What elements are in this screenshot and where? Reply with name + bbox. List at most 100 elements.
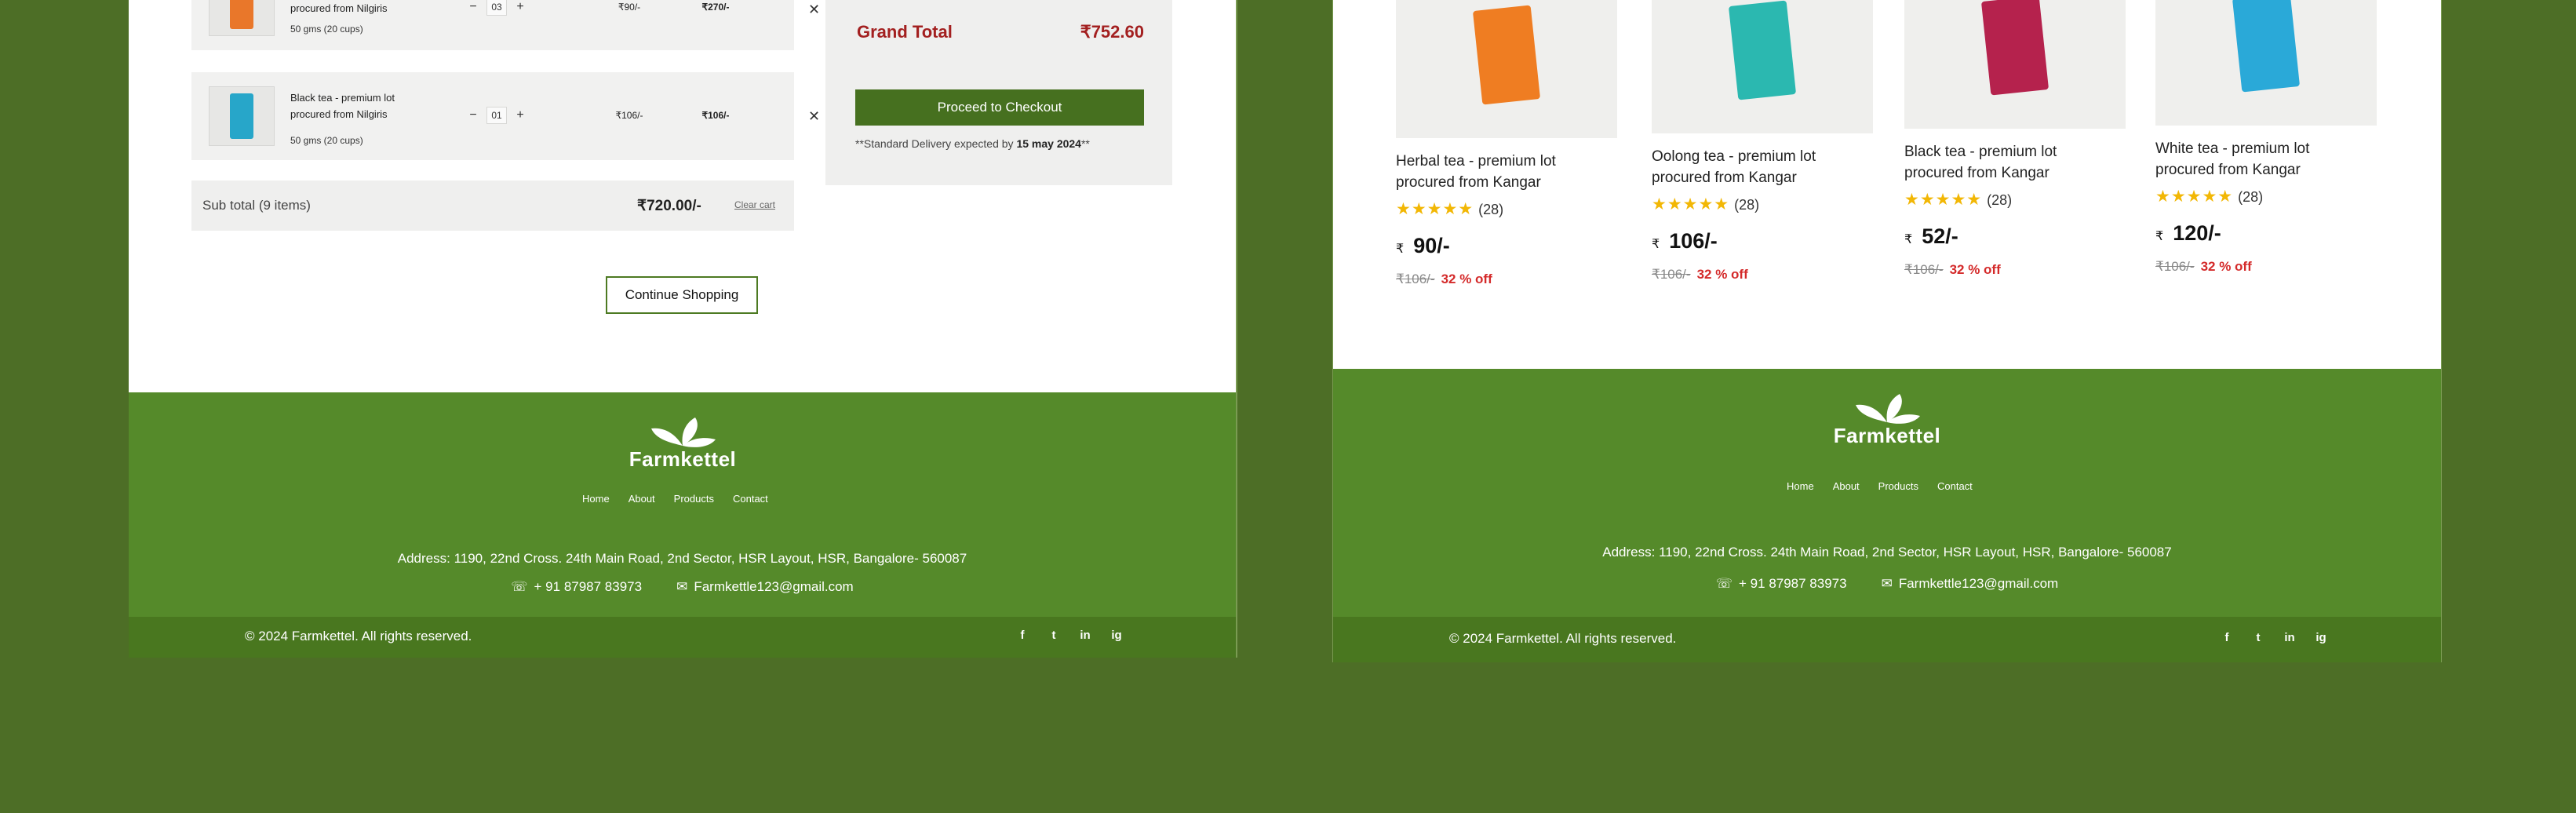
product-name: Herbal tea - premium lot procured from K… (1396, 153, 1556, 191)
qty-value[interactable]: 01 (486, 107, 507, 124)
continue-shopping-button[interactable]: Continue Shopping (606, 276, 758, 314)
discount-badge: 32 % off (2200, 259, 2252, 274)
old-price: ₹106/- (1652, 267, 1691, 282)
facebook-icon[interactable]: f (1015, 629, 1029, 642)
linkedin-icon[interactable]: in (2283, 631, 2297, 644)
price-value: 106/- (1669, 229, 1718, 253)
discount-badge: 32 % off (1949, 262, 2001, 277)
footer-link-contact[interactable]: Contact (733, 493, 768, 505)
old-price: ₹106/- (2155, 259, 2195, 274)
stars-icon: ★★★★★ (1904, 191, 1983, 209)
quantity-stepper: − 01 + (466, 107, 527, 124)
grand-total-value: ₹752.60 (1080, 22, 1144, 42)
decrease-qty-button[interactable]: − (466, 108, 480, 122)
footer-link-products[interactable]: Products (674, 493, 714, 505)
phone-number: + 91 87987 83973 (1739, 576, 1847, 591)
increase-qty-button[interactable]: + (513, 108, 527, 122)
subtotal-label: Sub total (9 items) (202, 198, 311, 213)
product-name: Black tea - premium lot procured from Ka… (1904, 144, 2057, 181)
tea-pack-image (1980, 0, 2050, 96)
delivery-note: **Standard Delivery expected by 15 may 2… (855, 137, 1090, 150)
phone-icon: ☏ (1715, 576, 1733, 591)
twitter-icon[interactable]: t (1047, 629, 1061, 642)
phone-contact[interactable]: ☏ + 91 87987 83973 (1716, 576, 1847, 592)
mail-icon: ✉ (1881, 576, 1893, 591)
linkedin-icon[interactable]: in (1078, 629, 1092, 642)
remove-item-button[interactable]: ✕ (808, 108, 820, 125)
old-price: ₹106/- (1904, 262, 1944, 277)
brand-logo[interactable]: Farmkettel (612, 416, 753, 472)
delivery-date: 15 may 2024 (1016, 137, 1081, 150)
tea-pack-image (230, 93, 253, 139)
stars-icon: ★★★★★ (2155, 188, 2234, 206)
clear-cart-link[interactable]: Clear cart (734, 199, 775, 210)
instagram-icon[interactable]: ig (2314, 631, 2328, 644)
facebook-icon[interactable]: f (2220, 631, 2234, 644)
cart-item-name: procured from Nilgiris (290, 2, 388, 14)
mail-icon: ✉ (676, 579, 688, 594)
footer-contact: ☏ + 91 87987 83973 ✉ Farmkettle123@gmail.c… (1333, 576, 2441, 592)
star-rating: ★★★★★ (28) (1396, 199, 1503, 219)
footer-link-home[interactable]: Home (582, 493, 610, 505)
footer-bottom-bar: © 2024 Farmkettel. All rights reserved. … (1333, 617, 2441, 662)
price-value: 52/- (1922, 224, 1958, 248)
product-thumbnail (209, 0, 275, 36)
product-image (1904, 0, 2126, 129)
unit-price: ₹90/- (618, 2, 641, 13)
stars-icon: ★★★★★ (1396, 200, 1474, 218)
phone-contact[interactable]: ☏ + 91 87987 83973 (511, 579, 642, 595)
cart-page: procured from Nilgiris 50 gms (20 cups) … (129, 0, 1237, 658)
unit-price: ₹106/- (615, 110, 643, 121)
price-value: 120/- (2173, 221, 2221, 245)
discount-badge: 32 % off (1441, 272, 1492, 286)
cart-item-weight: 50 gms (20 cups) (290, 24, 363, 35)
twitter-icon[interactable]: t (2251, 631, 2265, 644)
footer-link-contact[interactable]: Contact (1937, 480, 1973, 492)
product-image (2155, 0, 2377, 126)
brand-name: Farmkettel (629, 447, 737, 471)
instagram-icon[interactable]: ig (1109, 629, 1124, 642)
social-links: f t in ig (1015, 629, 1124, 642)
old-price: ₹106/- (1396, 272, 1435, 286)
footer-link-about[interactable]: About (629, 493, 655, 505)
currency-symbol: ₹ (2155, 230, 2164, 243)
email-address: Farmkettle123@gmail.com (1898, 576, 2059, 591)
tea-pack-image (1472, 5, 1541, 105)
star-rating: ★★★★★ (28) (1652, 195, 1759, 214)
currency-symbol: ₹ (1904, 233, 1913, 246)
footer-link-about[interactable]: About (1833, 480, 1860, 492)
price-discount: ₹106/- 32 % off (2155, 259, 2252, 275)
review-count: (28) (1987, 192, 2013, 208)
footer-link-home[interactable]: Home (1787, 480, 1814, 492)
star-rating: ★★★★★ (28) (2155, 187, 2263, 206)
review-count: (28) (1478, 202, 1504, 217)
copyright-text: © 2024 Farmkettel. All rights reserved. (245, 629, 472, 643)
footer-address: Address: 1190, 22nd Cross. 24th Main Roa… (397, 551, 967, 566)
copyright-text: © 2024 Farmkettel. All rights reserved. (1449, 631, 1677, 646)
email-contact[interactable]: ✉ Farmkettle123@gmail.com (676, 579, 854, 595)
qty-value[interactable]: 03 (486, 0, 507, 16)
footer-nav: Home About Products Contact (582, 493, 768, 505)
proceed-to-checkout-button[interactable]: Proceed to Checkout (855, 89, 1144, 126)
footer-address: Address: 1190, 22nd Cross. 24th Main Roa… (1602, 545, 2172, 560)
remove-item-button[interactable]: ✕ (808, 2, 820, 18)
phone-icon: ☏ (511, 579, 528, 594)
price-discount: ₹106/- 32 % off (1396, 272, 1492, 287)
grand-total-label: Grand Total (857, 22, 953, 42)
phone-number: + 91 87987 83973 (534, 579, 643, 594)
product-name: Oolong tea - premium lot procured from K… (1652, 148, 1816, 186)
price-discount: ₹106/- 32 % off (1904, 262, 2001, 278)
tea-pack-image (230, 0, 253, 29)
line-total: ₹270/- (701, 2, 730, 13)
discount-badge: 32 % off (1696, 267, 1748, 282)
product-name: White tea - premium lot procured from Ka… (2155, 140, 2310, 178)
email-contact[interactable]: ✉ Farmkettle123@gmail.com (1882, 576, 2059, 592)
footer-contact: ☏ + 91 87987 83973 ✉ Farmkettle123@gmail.c… (129, 579, 1236, 595)
decrease-qty-button[interactable]: − (466, 0, 480, 14)
cart-item-weight: 50 gms (20 cups) (290, 135, 363, 146)
review-count: (28) (2238, 189, 2264, 205)
footer-link-products[interactable]: Products (1878, 480, 1918, 492)
review-count: (28) (1734, 197, 1760, 213)
increase-qty-button[interactable]: + (513, 0, 527, 14)
brand-logo[interactable]: Farmkettel (1816, 392, 1958, 448)
